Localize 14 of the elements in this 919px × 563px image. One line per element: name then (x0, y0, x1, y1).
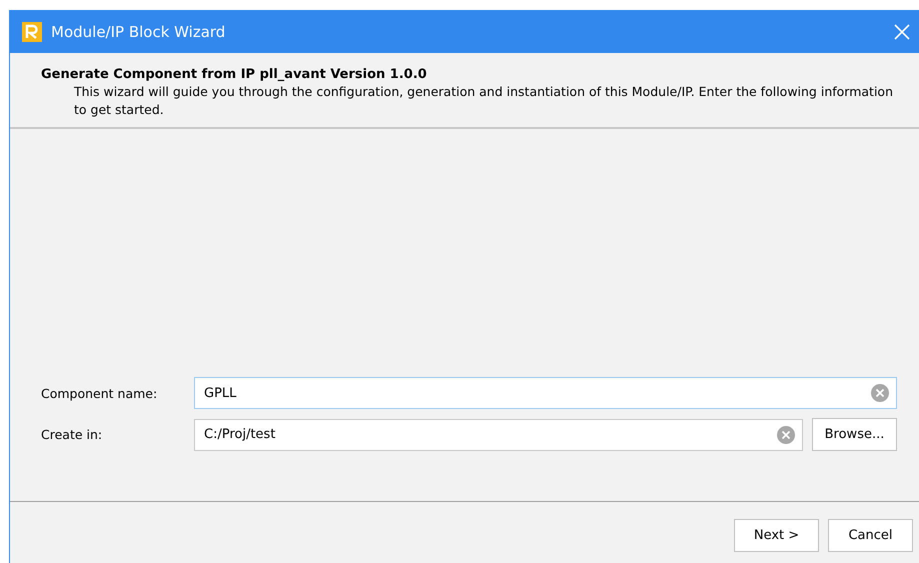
window-title: Module/IP Block Wizard (51, 22, 226, 40)
close-icon[interactable] (893, 22, 911, 40)
field-label: Component name: (41, 386, 158, 400)
field-label: Create in: (41, 427, 104, 442)
header-title: Generate Component from IP pll_avant Version 1.0.0 (41, 67, 428, 82)
app-logo-icon (22, 22, 42, 42)
input-field[interactable]: GPLL (194, 377, 897, 409)
header-description: This wizard will guide you through the configuration, generation and instantiation of this Module/IP. Enter the following information to get started. (73, 83, 894, 119)
clear-icon[interactable] (870, 383, 890, 403)
dialog-button[interactable]: Cancel (828, 519, 913, 552)
input-field[interactable]: C:/Proj/test (194, 418, 803, 450)
browse-button[interactable]: Browse... (812, 418, 897, 451)
dialog-button[interactable]: Next > (734, 519, 819, 552)
clear-icon[interactable] (776, 424, 796, 444)
